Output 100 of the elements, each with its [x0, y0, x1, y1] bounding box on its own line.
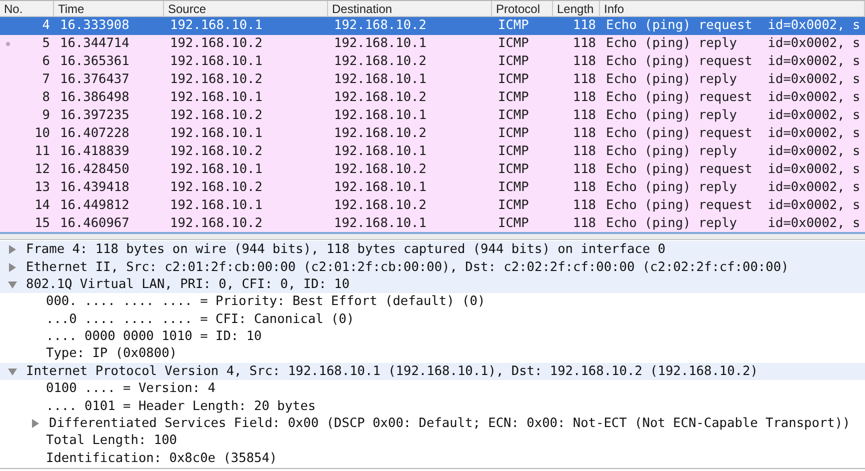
packet-row[interactable]: 10 16.407228 192.168.10.1 192.168.10.2 ICMP 118 Echo (ping) request id=0x0002, s — [0, 125, 865, 143]
table-cell: ICMP — [498, 216, 529, 232]
table-cell: 13 — [34, 180, 50, 196]
table-cell: 192.168.10.2 — [334, 126, 426, 142]
table-cell: 118 — [572, 198, 596, 214]
table-cell: Echo (ping) request id=0x0002, s — [606, 54, 860, 70]
table-cell: 6 — [42, 54, 50, 70]
column-header[interactable]: Protocol — [492, 1, 553, 16]
tree-item[interactable]: Differentiated Services Field: 0x00 (DSCP 0x00: Default; ECN: 0x00: Not-ECT (Not ECN-Capable Transport)) — [49, 414, 850, 434]
table-cell: 192.168.10.2 — [334, 198, 426, 214]
table-cell: 118 — [572, 72, 596, 88]
table-cell: 118 — [572, 126, 596, 142]
table-cell: 118 — [572, 216, 596, 232]
packet-row[interactable]: 14 16.449812 192.168.10.1 192.168.10.2 ICMP 118 Echo (ping) request id=0x0002, s — [0, 197, 865, 215]
table-cell: Echo (ping) reply id=0x0002, s — [606, 144, 860, 160]
table-cell: 192.168.10.1 — [334, 216, 426, 232]
table-cell: 118 — [572, 54, 596, 70]
table-cell: Echo (ping) reply id=0x0002, s — [606, 216, 860, 232]
table-cell: ICMP — [498, 108, 529, 124]
packet-row[interactable]: 13 16.439418 192.168.10.2 192.168.10.1 ICMP 118 Echo (ping) reply id=0x0002, s — [0, 179, 865, 197]
table-cell: 192.168.10.2 — [334, 162, 426, 178]
table-cell: 192.168.10.1 — [170, 18, 262, 34]
table-cell: 192.168.10.2 — [170, 180, 262, 196]
table-cell: Echo (ping) request id=0x0002, s — [606, 198, 860, 214]
expand-triangle-icon[interactable] — [8, 245, 17, 254]
table-cell: 118 — [572, 180, 596, 196]
table-cell: 7 — [42, 72, 50, 88]
packet-row[interactable]: 8 16.386498 192.168.10.1 192.168.10.2 ICMP 118 Echo (ping) request id=0x0002, s — [0, 89, 865, 107]
table-cell: 192.168.10.2 — [170, 144, 262, 160]
column-header[interactable]: Source — [164, 1, 328, 16]
table-cell: 192.168.10.1 — [334, 36, 426, 52]
column-header[interactable]: Time — [54, 1, 164, 16]
table-cell: Echo (ping) reply id=0x0002, s — [606, 72, 860, 88]
table-cell: 192.168.10.1 — [170, 126, 262, 142]
tree-item[interactable]: Identification: 0x8c0e (35854) — [46, 448, 278, 468]
expand-triangle-icon[interactable] — [31, 419, 40, 428]
table-cell: 192.168.10.2 — [170, 72, 262, 88]
table-cell: Echo (ping) reply id=0x0002, s — [606, 180, 860, 196]
table-cell: 15 — [34, 216, 50, 232]
table-cell: Echo (ping) request id=0x0002, s — [606, 126, 860, 142]
tree-item[interactable]: 000. .... .... .... = Priority: Best Effort (default) (0) — [46, 292, 486, 312]
table-cell: 5 — [42, 36, 50, 52]
table-cell: 14 — [34, 198, 50, 214]
collapse-triangle-icon[interactable] — [8, 366, 17, 376]
column-header[interactable]: No. — [0, 1, 54, 16]
table-cell: ICMP — [498, 18, 529, 34]
column-header[interactable]: Info — [600, 1, 865, 16]
table-cell: ICMP — [498, 162, 529, 178]
column-header[interactable]: Destination — [328, 1, 492, 16]
table-cell: 16.365361 — [60, 54, 130, 70]
column-header[interactable]: Length — [553, 1, 600, 16]
table-cell: 16.376437 — [60, 72, 130, 88]
table-cell: 12 — [34, 162, 50, 178]
table-cell: 192.168.10.1 — [170, 90, 262, 106]
table-cell: 16.439418 — [60, 180, 130, 196]
tree-item[interactable]: 0100 .... = Version: 4 — [46, 379, 216, 398]
table-cell: ICMP — [498, 180, 529, 196]
table-cell: 10 — [34, 126, 50, 142]
table-cell: 16.333908 — [60, 18, 130, 34]
expand-triangle-icon[interactable] — [8, 262, 17, 272]
table-cell: ICMP — [498, 126, 529, 142]
table-cell: 8 — [42, 90, 50, 106]
table-cell: 118 — [572, 162, 596, 178]
table-cell: ICMP — [498, 36, 529, 52]
table-cell: 16.428450 — [60, 162, 130, 178]
table-cell: ICMP — [498, 54, 529, 70]
table-cell: 118 — [572, 36, 596, 52]
table-cell: 4 — [42, 18, 50, 34]
tree-item[interactable]: Type: IP (0x0800) — [46, 344, 177, 364]
packet-row[interactable]: 4 16.333908 192.168.10.1 192.168.10.2 ICMP 118 Echo (ping) request id=0x0002, s — [0, 17, 865, 35]
packet-row[interactable]: 15 16.460967 192.168.10.2 192.168.10.1 ICMP 118 Echo (ping) reply id=0x0002, s — [0, 215, 865, 233]
table-cell: 192.168.10.1 — [334, 144, 426, 160]
table-cell: 16.407228 — [60, 126, 130, 142]
packet-row[interactable]: 7 16.376437 192.168.10.2 192.168.10.1 ICMP 118 Echo (ping) reply id=0x0002, s — [0, 71, 865, 89]
tree-item[interactable]: Total Length: 100 — [46, 431, 177, 451]
table-cell: ICMP — [498, 72, 529, 88]
collapse-triangle-icon[interactable] — [8, 280, 17, 289]
table-cell: 118 — [572, 144, 596, 160]
tree-item[interactable]: .... 0101 = Header Length: 20 bytes — [46, 396, 316, 416]
packet-row[interactable]: 6 16.365361 192.168.10.1 192.168.10.2 ICMP 118 Echo (ping) request id=0x0002, s — [0, 53, 865, 71]
table-cell: 16.418839 — [60, 144, 130, 160]
table-cell: 192.168.10.1 — [170, 54, 262, 70]
table-cell: 118 — [572, 18, 596, 34]
table-cell: 192.168.10.2 — [334, 54, 426, 70]
table-cell: 192.168.10.1 — [170, 162, 262, 178]
tree-item[interactable]: ...0 .... .... .... = CFI: Canonical (0) — [46, 310, 354, 329]
table-cell: 192.168.10.2 — [170, 108, 262, 124]
table-cell: 118 — [572, 108, 596, 124]
packet-row[interactable]: 5 16.344714 192.168.10.2 192.168.10.1 ICMP 118 Echo (ping) reply id=0x0002, s — [0, 35, 865, 53]
tree-item[interactable]: .... 0000 0000 1010 = ID: 10 — [46, 327, 262, 346]
table-cell: Echo (ping) reply id=0x0002, s — [606, 108, 860, 124]
table-cell: Echo (ping) request id=0x0002, s — [606, 90, 860, 106]
table-cell: Echo (ping) reply id=0x0002, s — [606, 36, 860, 52]
packet-row[interactable]: 12 16.428450 192.168.10.1 192.168.10.2 ICMP 118 Echo (ping) request id=0x0002, s — [0, 161, 865, 179]
packet-row[interactable]: 9 16.397235 192.168.10.2 192.168.10.1 ICMP 118 Echo (ping) reply id=0x0002, s — [0, 107, 865, 125]
table-cell: 192.168.10.2 — [170, 216, 262, 232]
table-cell: 192.168.10.1 — [334, 108, 426, 124]
table-cell: 16.386498 — [60, 90, 130, 106]
table-cell: 16.397235 — [60, 108, 130, 124]
packet-row[interactable]: 11 16.418839 192.168.10.2 192.168.10.1 ICMP 118 Echo (ping) reply id=0x0002, s — [0, 143, 865, 161]
